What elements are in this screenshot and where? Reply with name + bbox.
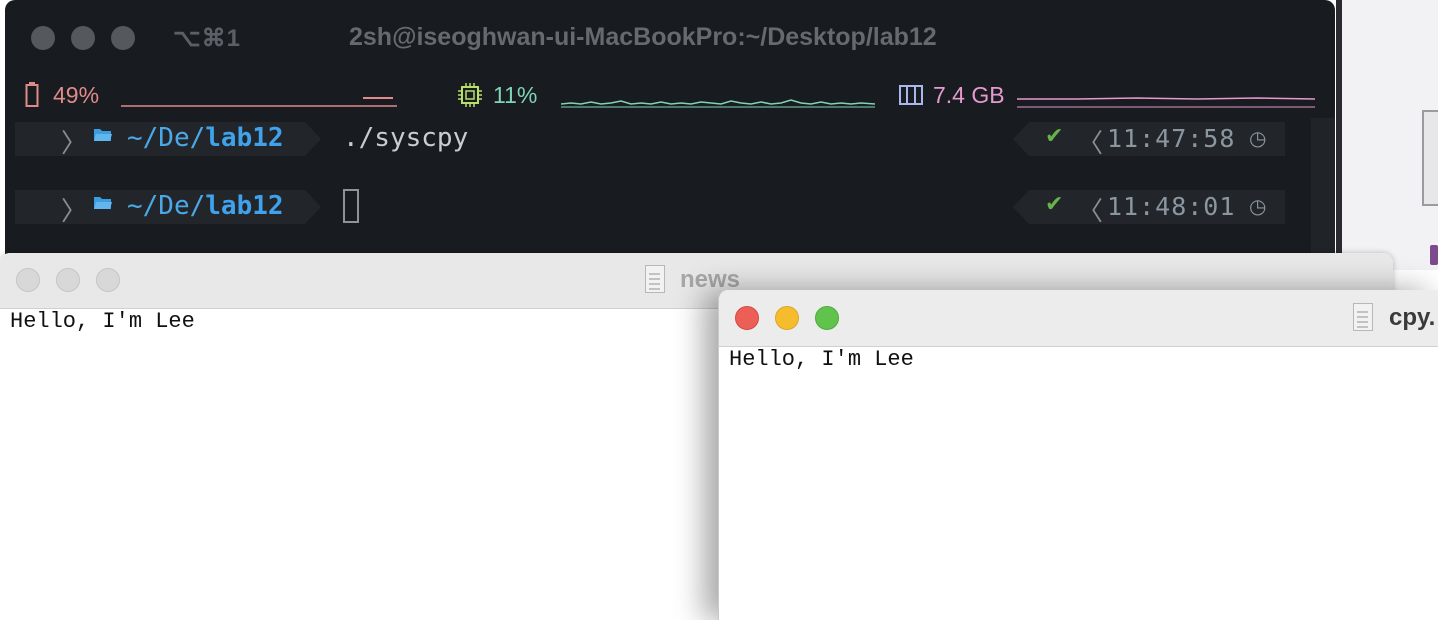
chevron-left-icon: 〈 (1077, 129, 1104, 159)
prompt-line-2: 〉 ~/De/lab12 ✔ 〈 11:48:01 ◷ (15, 189, 1285, 227)
terminal-window[interactable]: ⌥⌘1 2sh@iseoghwan-ui-MacBookPro:~/Deskto… (5, 0, 1335, 260)
clock-icon: ◷ (1249, 126, 1267, 150)
prompt-command: ./syscpy (343, 123, 469, 153)
cpu-icon (458, 83, 482, 107)
battery-percent: 49% (53, 82, 100, 108)
terminal-zoom-button[interactable] (111, 26, 135, 50)
cpu-sparkline (561, 99, 875, 108)
path-dir: lab12 (205, 191, 284, 221)
terminal-minimize-button[interactable] (71, 26, 95, 50)
folder-icon (93, 193, 113, 216)
prompt-path: ~/De/lab12 (127, 191, 284, 221)
cpy-zoom-button[interactable] (815, 306, 839, 330)
news-close-button[interactable] (16, 268, 40, 292)
battery-sparkline (121, 97, 397, 107)
cpy-title: cpy. (1389, 304, 1436, 331)
news-content[interactable]: Hello, I'm Lee (10, 309, 195, 334)
chevron-right-icon: 〉 (61, 197, 88, 227)
terminal-shortcut: ⌥⌘1 (173, 25, 242, 52)
status-bar: 49% 11% 7.4 GB (5, 78, 1335, 116)
prompt-time: 11:48:01 (1107, 192, 1236, 221)
prompt-right-segment: ✔ 〈 11:48:01 ◷ (1029, 190, 1285, 227)
terminal-titlebar[interactable]: ⌥⌘1 2sh@iseoghwan-ui-MacBookPro:~/Deskto… (5, 0, 1335, 74)
prompt-left-segment: 〉 ~/De/lab12 (15, 190, 305, 227)
cpy-close-button[interactable] (735, 306, 759, 330)
news-zoom-button[interactable] (96, 268, 120, 292)
document-icon (1353, 303, 1373, 331)
background-window-edge (1422, 110, 1438, 206)
prompt-time: 11:47:58 (1107, 124, 1236, 153)
prompt-path: ~/De/lab12 (127, 123, 284, 153)
desktop-background (1336, 0, 1438, 270)
check-icon: ✔ (1045, 192, 1064, 217)
chevron-right-icon: 〉 (61, 129, 88, 159)
terminal-scrollbar[interactable] (1311, 118, 1335, 260)
background-window[interactable] (1342, 0, 1438, 270)
memory-sparkline (1017, 97, 1315, 108)
check-icon: ✔ (1045, 124, 1064, 149)
prompt-right-arrow (1013, 122, 1029, 156)
chevron-left-icon: 〈 (1077, 197, 1104, 227)
cpy-titlebar[interactable]: cpy. (719, 290, 1438, 347)
cpu-percent: 11% (493, 82, 538, 108)
cpy-minimize-button[interactable] (775, 306, 799, 330)
battery-icon (25, 82, 39, 107)
terminal-cursor[interactable] (343, 189, 359, 223)
prompt-arrow (305, 122, 321, 156)
document-icon (645, 265, 665, 293)
terminal-close-button[interactable] (31, 26, 55, 50)
prompt-right-segment: ✔ 〈 11:47:58 ◷ (1029, 122, 1285, 159)
background-window-mark (1430, 245, 1438, 265)
path-prefix: ~/De/ (127, 191, 206, 221)
news-minimize-button[interactable] (56, 268, 80, 292)
cpy-content[interactable]: Hello, I'm Lee (729, 347, 914, 372)
prompt-left-segment: 〉 ~/De/lab12 (15, 122, 305, 159)
prompt-line-1: 〉 ~/De/lab12 ./syscpy ✔ 〈 11:47:58 ◷ (15, 122, 1285, 159)
memory-usage: 7.4 GB (933, 82, 1005, 108)
path-prefix: ~/De/ (127, 123, 206, 153)
cpy-window[interactable]: cpy. Hello, I'm Lee (718, 290, 1438, 620)
prompt-arrow (305, 190, 321, 224)
terminal-title: 2sh@iseoghwan-ui-MacBookPro:~/Desktop/la… (349, 23, 937, 51)
prompt-right-arrow (1013, 190, 1029, 224)
memory-icon (899, 85, 923, 105)
path-dir: lab12 (205, 123, 284, 153)
clock-icon: ◷ (1249, 194, 1267, 218)
folder-icon (93, 125, 113, 148)
